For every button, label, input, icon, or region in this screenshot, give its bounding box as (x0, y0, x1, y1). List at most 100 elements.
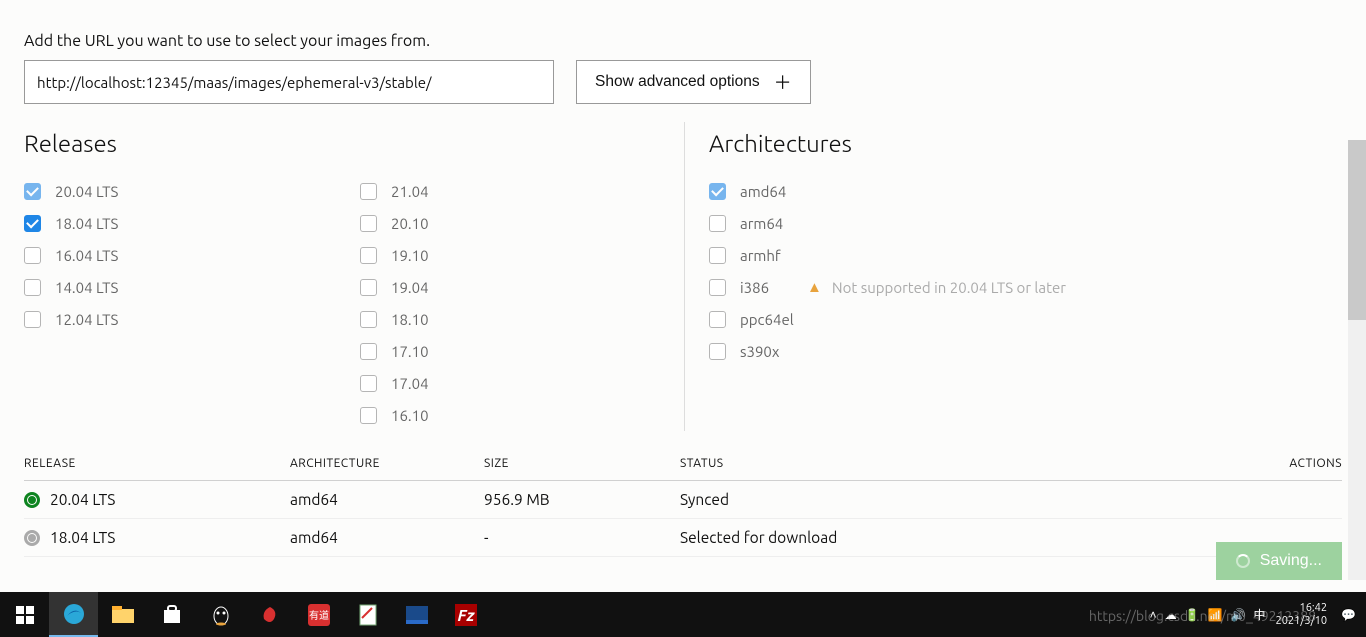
checkbox-row: arm64 (709, 207, 1324, 239)
table-body: 20.04 LTSamd64956.9 MBSynced18.04 LTSamd… (24, 481, 1342, 557)
taskbar-app-edge[interactable] (49, 592, 98, 637)
cell-status: Synced (680, 491, 1262, 508)
checkbox[interactable] (360, 343, 377, 360)
checkbox-row: 21.04 (360, 175, 660, 207)
checkbox-label: i386 (740, 279, 769, 296)
checkbox-label: 19.10 (391, 247, 429, 264)
checkbox[interactable] (360, 311, 377, 328)
checkbox[interactable] (360, 279, 377, 296)
checkbox[interactable] (709, 311, 726, 328)
checkbox-label: 16.04 LTS (55, 247, 118, 264)
checkbox[interactable] (360, 407, 377, 424)
checkbox-row: amd64 (709, 175, 1324, 207)
col-header-actions: ACTIONS (1262, 457, 1342, 470)
checkbox[interactable] (24, 247, 41, 264)
cell-release: 20.04 LTS (50, 491, 115, 508)
table-row[interactable]: 18.04 LTS amd64-Selected for download (24, 519, 1342, 557)
notification-icon[interactable]: 💬 (1341, 608, 1356, 622)
taskbar-app-youdao[interactable]: 有道 (294, 592, 343, 637)
status-radio-icon (24, 530, 40, 546)
saving-label: Saving... (1260, 552, 1322, 570)
checkbox-label: 18.04 LTS (55, 215, 118, 232)
checkbox-label: 12.04 LTS (55, 311, 118, 328)
checkbox-row: 16.04 LTS (24, 239, 360, 271)
checkbox-row: 17.10 (360, 335, 660, 367)
checkbox[interactable] (360, 375, 377, 392)
checkbox-label: 19.04 (391, 279, 429, 296)
checkbox-row: 12.04 LTS (24, 303, 360, 335)
taskbar-app-red[interactable] (245, 592, 294, 637)
taskbar-app-explorer[interactable] (98, 592, 147, 637)
checkbox[interactable] (360, 215, 377, 232)
checkbox-label: 17.10 (391, 343, 429, 360)
images-table: RELEASE ARCHITECTURE SIZE STATUS ACTIONS… (24, 457, 1342, 557)
checkbox-row: 19.04 (360, 271, 660, 303)
checkbox-row: s390x (709, 335, 1324, 367)
checkbox[interactable] (24, 279, 41, 296)
checkbox[interactable] (360, 183, 377, 200)
help-text: Add the URL you want to use to select yo… (24, 32, 1342, 50)
checkbox[interactable] (709, 247, 726, 264)
architectures-list: amd64 arm64 armhf i386 ▲Not supported in 20.… (709, 175, 1324, 367)
cell-arch: amd64 (290, 529, 484, 546)
checkbox-row: 17.04 (360, 367, 660, 399)
page-content: Add the URL you want to use to select yo… (0, 0, 1366, 592)
checkbox[interactable] (709, 215, 726, 232)
checkbox-row: 18.10 (360, 303, 660, 335)
checkbox-row: 20.10 (360, 207, 660, 239)
col-header-size: SIZE (484, 457, 680, 470)
scrollbar-thumb[interactable] (1348, 140, 1366, 320)
cell-size: - (484, 529, 680, 546)
checkbox-label: 17.04 (391, 375, 429, 392)
taskbar-app-notepad[interactable] (343, 592, 392, 637)
releases-column-2: 21.04 20.10 19.10 19.04 18.10 17.10 17.04 16.10 (360, 175, 660, 431)
checkbox-label: 18.10 (391, 311, 429, 328)
checkbox-label: arm64 (740, 215, 783, 232)
taskbar-app-store[interactable] (147, 592, 196, 637)
show-advanced-options-button[interactable]: Show advanced options ＋ (576, 60, 811, 104)
checkbox-label: s390x (740, 343, 779, 360)
checkbox-row: 20.04 LTS (24, 175, 360, 207)
warning: ▲Not supported in 20.04 LTS or later (807, 278, 1066, 296)
taskbar-app-filezilla[interactable]: Fz (441, 592, 490, 637)
spinner-icon (1236, 554, 1250, 568)
taskbar-left: 有道 Fz (0, 592, 490, 637)
cell-arch: amd64 (290, 491, 484, 508)
col-header-status: STATUS (680, 457, 1262, 470)
checkbox-row: 16.10 (360, 399, 660, 431)
panels: Releases 20.04 LTS 18.04 LTS 16.04 LTS 14.0… (24, 122, 1342, 431)
checkbox-label: amd64 (740, 183, 786, 200)
checkbox[interactable] (24, 311, 41, 328)
checkbox[interactable] (360, 247, 377, 264)
cell-release: 18.04 LTS (50, 529, 115, 546)
checkbox-label: ppc64el (740, 311, 794, 328)
windows-taskbar[interactable]: 有道 Fz https://blog.csdn.net/m0_49212388 … (0, 592, 1366, 637)
svg-text:有道: 有道 (309, 609, 329, 621)
checkbox-row: armhf (709, 239, 1324, 271)
checkbox[interactable] (24, 183, 41, 200)
cell-status: Selected for download (680, 529, 1262, 546)
col-header-release: RELEASE (24, 457, 290, 470)
start-button[interactable] (0, 592, 49, 637)
checkbox-row: 14.04 LTS (24, 271, 360, 303)
taskbar-app-terminal[interactable] (392, 592, 441, 637)
checkbox-row: 19.10 (360, 239, 660, 271)
image-source-url-input[interactable] (24, 60, 554, 104)
architectures-panel: Architectures amd64arm64armhfi386▲Not su… (684, 122, 1324, 431)
checkbox-row: 18.04 LTS (24, 207, 360, 239)
checkbox[interactable] (24, 215, 41, 232)
plus-icon: ＋ (774, 69, 792, 95)
table-row[interactable]: 20.04 LTSamd64956.9 MBSynced (24, 481, 1342, 519)
saving-button: Saving... (1216, 542, 1342, 580)
warning-icon: ▲ (807, 278, 822, 296)
checkbox-label: 14.04 LTS (55, 279, 118, 296)
checkbox[interactable] (709, 279, 726, 296)
col-header-arch: ARCHITECTURE (290, 457, 484, 470)
checkbox[interactable] (709, 183, 726, 200)
svg-text:Fz: Fz (457, 607, 475, 625)
releases-title: Releases (24, 130, 684, 157)
checkbox-label: 20.04 LTS (55, 183, 118, 200)
checkbox-label: 20.10 (391, 215, 429, 232)
taskbar-app-qq[interactable] (196, 592, 245, 637)
checkbox[interactable] (709, 343, 726, 360)
